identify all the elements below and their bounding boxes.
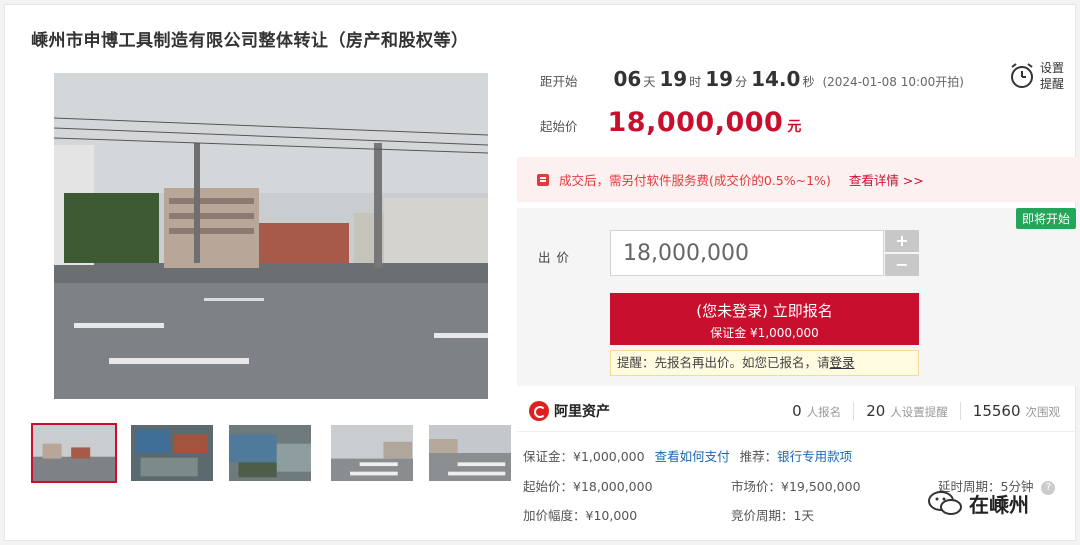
thumbnail-5[interactable] — [427, 423, 513, 483]
countdown-hours: 19 — [659, 67, 688, 91]
detail-increment: 加价幅度：¥10,000 — [523, 508, 638, 523]
signup-button[interactable]: (您未登录) 立即报名 保证金 ¥1,000,000 — [610, 293, 919, 345]
countdown-hours-unit: 时 — [689, 75, 702, 89]
countdown-start-date: (2024-01-08 10:00开拍) — [822, 75, 964, 89]
stat-views-label: 次围观 — [1025, 405, 1061, 419]
countdown-days-unit: 天 — [643, 75, 656, 89]
bid-stepper: + − — [885, 230, 919, 276]
thumbnail-3[interactable] — [227, 423, 313, 483]
stat-reminders-num: 20 — [866, 402, 886, 420]
deposit-info: 保证金：¥1,000,000 查看如何支付 推荐：银行专用款项 — [523, 446, 852, 465]
thumbnail-1[interactable] — [31, 423, 117, 483]
platform-name: 阿里资产 — [554, 403, 610, 420]
countdown-seconds-unit: 秒 — [802, 75, 815, 89]
auction-page: 嵊州市申博工具制造有限公司整体转让（房产和股权等） 距开始 06 天 19 时 … — [4, 4, 1080, 541]
start-price: 起始价 18,000,000 元 — [540, 107, 801, 138]
countdown-minutes-unit: 分 — [735, 75, 748, 89]
thumbnail-2[interactable] — [129, 423, 215, 483]
main-photo — [31, 73, 509, 399]
countdown-seconds: 14.0 — [751, 67, 801, 91]
decrease-bid-button[interactable]: − — [885, 254, 919, 276]
page-title: 嵊州市申博工具制造有限公司整体转让（房产和股权等） — [31, 31, 469, 51]
start-price-label: 起始价 — [540, 119, 578, 134]
thumbnail-4[interactable] — [329, 423, 415, 483]
platform-logo[interactable]: 阿里资产 — [529, 400, 610, 421]
deposit-text: 保证金：¥1,000,000 — [523, 449, 645, 464]
detail-market-price: 市场价：¥19,500,000 — [731, 479, 861, 494]
signup-deposit-label: 保证金 ¥1,000,000 — [710, 326, 819, 340]
detail-start-price: 起始价：¥18,000,000 — [523, 479, 653, 494]
login-tip-text: 提醒：先报名再出价。如您已报名，请 — [617, 355, 830, 370]
signup-button-label: (您未登录) 立即报名 — [696, 302, 833, 320]
platform-row: 阿里资产 0 人报名 20 人设置提醒 15560 次围观 — [517, 390, 1080, 432]
stat-views-num: 15560 — [972, 402, 1021, 420]
alarm-clock-icon — [1011, 63, 1033, 88]
fee-notice-text: 成交后，需另付软件服务费(成交价的0.5%~1%) — [559, 173, 831, 188]
status-badge: 即将开始 — [1015, 208, 1076, 229]
login-tip: 提醒：先报名再出价。如您已报名，请登录 — [610, 350, 919, 376]
bid-panel: 即将开始 出价 + − (您未登录) 立即报名 保证金 ¥1,000,000 提… — [517, 208, 1080, 386]
recommend-link[interactable]: 银行专用款项 — [777, 449, 852, 464]
detail-cycle: 竞价周期：1天 — [731, 508, 814, 523]
bid-label: 出价 — [538, 250, 576, 265]
stat-signups-num: 0 — [792, 402, 802, 420]
bid-input[interactable] — [610, 230, 884, 276]
watermark-text: 在嵊州 — [969, 492, 1029, 517]
gift-icon — [537, 173, 549, 186]
stat-reminders-label: 人设置提醒 — [890, 405, 948, 419]
fee-details-link[interactable]: 查看详情 >> — [849, 170, 924, 189]
increase-bid-button[interactable]: + — [885, 230, 919, 252]
fee-notice: 成交后，需另付软件服务费(成交价的0.5%~1%) 查看详情 >> — [517, 157, 1080, 202]
countdown-minutes: 19 — [705, 67, 734, 91]
start-price-unit: 元 — [787, 119, 802, 135]
how-to-pay-link[interactable]: 查看如何支付 — [655, 449, 730, 464]
stat-signups-label: 人报名 — [806, 405, 842, 419]
watermark: 在嵊州 — [927, 483, 1061, 523]
start-price-value: 18,000,000 — [607, 107, 784, 138]
wechat-icon — [928, 491, 962, 515]
countdown-days: 06 — [613, 67, 642, 91]
stat-views: 15560 次围观 — [959, 402, 1072, 420]
recommend-label: 推荐： — [739, 449, 778, 464]
set-reminder-button[interactable]: 设置提醒 — [1008, 58, 1074, 94]
stat-signups: 0 人报名 — [780, 402, 853, 420]
countdown: 距开始 06 天 19 时 19 分 14.0 秒 (2024-01-08 10… — [540, 67, 964, 95]
reminder-label: 设置提醒 — [1040, 61, 1065, 91]
countdown-label: 距开始 — [540, 74, 578, 89]
ali-logo-icon — [529, 400, 549, 421]
stats: 0 人报名 20 人设置提醒 15560 次围观 — [780, 390, 1072, 432]
login-link[interactable]: 登录 — [830, 355, 855, 370]
street-photo[interactable] — [54, 73, 488, 399]
stat-reminders: 20 人设置提醒 — [853, 402, 960, 420]
